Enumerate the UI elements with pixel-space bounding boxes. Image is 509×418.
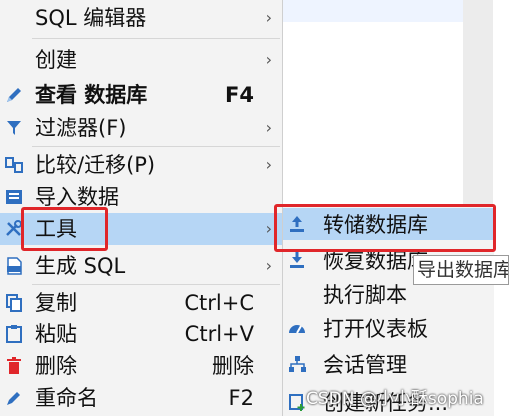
menu-separator xyxy=(32,284,280,285)
submenu-item-label: 会话管理 xyxy=(323,353,407,377)
menu-item-shortcut: Ctrl+V xyxy=(184,322,254,346)
submenu-item-label: 执行脚本 xyxy=(323,283,407,307)
background-area xyxy=(493,0,509,416)
menu-item-shortcut: 删除 xyxy=(212,354,254,378)
upload-icon xyxy=(287,214,307,234)
menu-separator xyxy=(32,38,280,39)
menu-item-label: 比较/迁移(P) xyxy=(35,153,156,177)
menu-item-label: SQL 编辑器 xyxy=(35,6,147,30)
menu-item-label: 创建 xyxy=(35,48,77,72)
menu-item-create[interactable]: 创建 › xyxy=(0,44,282,76)
submenu-item-open-dashboard[interactable]: 打开仪表板 xyxy=(283,312,494,344)
menu-item-label: 粘贴 xyxy=(35,322,77,346)
menu-item-shortcut: F4 xyxy=(225,83,254,107)
submenu-arrow-icon: › xyxy=(265,50,272,69)
menu-separator xyxy=(32,146,280,147)
menu-item-paste[interactable]: 粘贴 Ctrl+V xyxy=(0,318,282,350)
menu-item-filter[interactable]: 过滤器(F) › xyxy=(0,112,282,144)
menu-item-label: 工具 xyxy=(35,217,77,241)
menu-item-copy[interactable]: 复制 Ctrl+C xyxy=(0,287,282,319)
filter-icon xyxy=(4,118,24,138)
submenu-arrow-icon: › xyxy=(265,118,272,137)
menu-item-label: 复制 xyxy=(35,291,77,315)
submenu-arrow-icon: › xyxy=(265,155,272,174)
menu-item-rename[interactable]: 重命名 F2 xyxy=(0,382,282,414)
submenu-item-label: 打开仪表板 xyxy=(323,317,428,341)
submenu-arrow-icon: › xyxy=(265,256,272,275)
menu-item-label: 生成 SQL xyxy=(35,254,126,278)
menu-item-shortcut: F2 xyxy=(228,386,254,410)
sql-file-icon xyxy=(4,256,24,276)
menu-item-tools[interactable]: 工具 › xyxy=(0,213,282,245)
paste-icon xyxy=(4,324,24,344)
add-task-icon xyxy=(287,392,307,412)
menu-item-label: 导入数据 xyxy=(35,185,119,209)
submenu-arrow-icon: › xyxy=(265,8,272,27)
watermark: CSDN @小小酥sophia xyxy=(306,389,484,409)
trash-icon xyxy=(4,356,24,376)
submenu-item-session-manager[interactable]: 会话管理 xyxy=(283,348,494,380)
menu-item-shortcut: Ctrl+C xyxy=(184,291,254,315)
menu-item-generate-sql[interactable]: 生成 SQL › xyxy=(0,250,282,282)
menu-item-label: 查看 数据库 xyxy=(35,83,148,107)
rename-icon xyxy=(4,388,24,408)
import-icon xyxy=(4,187,24,207)
submenu-item-label: 转储数据库 xyxy=(323,213,428,237)
menu-item-view-database[interactable]: 查看 数据库 F4 xyxy=(0,79,282,111)
compare-icon xyxy=(4,155,24,175)
sessions-icon xyxy=(287,354,307,374)
menu-item-delete[interactable]: 删除 删除 xyxy=(0,350,282,382)
submenu-item-dump-database[interactable]: 转储数据库 xyxy=(283,208,494,240)
menu-item-label: 删除 xyxy=(35,354,77,378)
download-icon xyxy=(287,250,307,270)
tooltip: 导出数据库 xyxy=(413,255,509,285)
context-menu: SQL 编辑器 › 创建 › 查看 数据库 F4 过滤器(F) › 比较/迁移(… xyxy=(0,0,283,416)
menu-item-label: 过滤器(F) xyxy=(35,116,127,140)
copy-icon xyxy=(4,293,24,313)
pencil-icon xyxy=(4,85,24,105)
submenu-arrow-icon: › xyxy=(265,219,272,238)
tools-icon xyxy=(4,219,24,239)
menu-item-compare-migrate[interactable]: 比较/迁移(P) › xyxy=(0,149,282,181)
menu-item-label: 重命名 xyxy=(35,386,98,410)
dashboard-icon xyxy=(287,318,307,338)
menu-item-import-data[interactable]: 导入数据 xyxy=(0,181,282,213)
menu-item-sql-editor[interactable]: SQL 编辑器 › xyxy=(0,2,282,34)
